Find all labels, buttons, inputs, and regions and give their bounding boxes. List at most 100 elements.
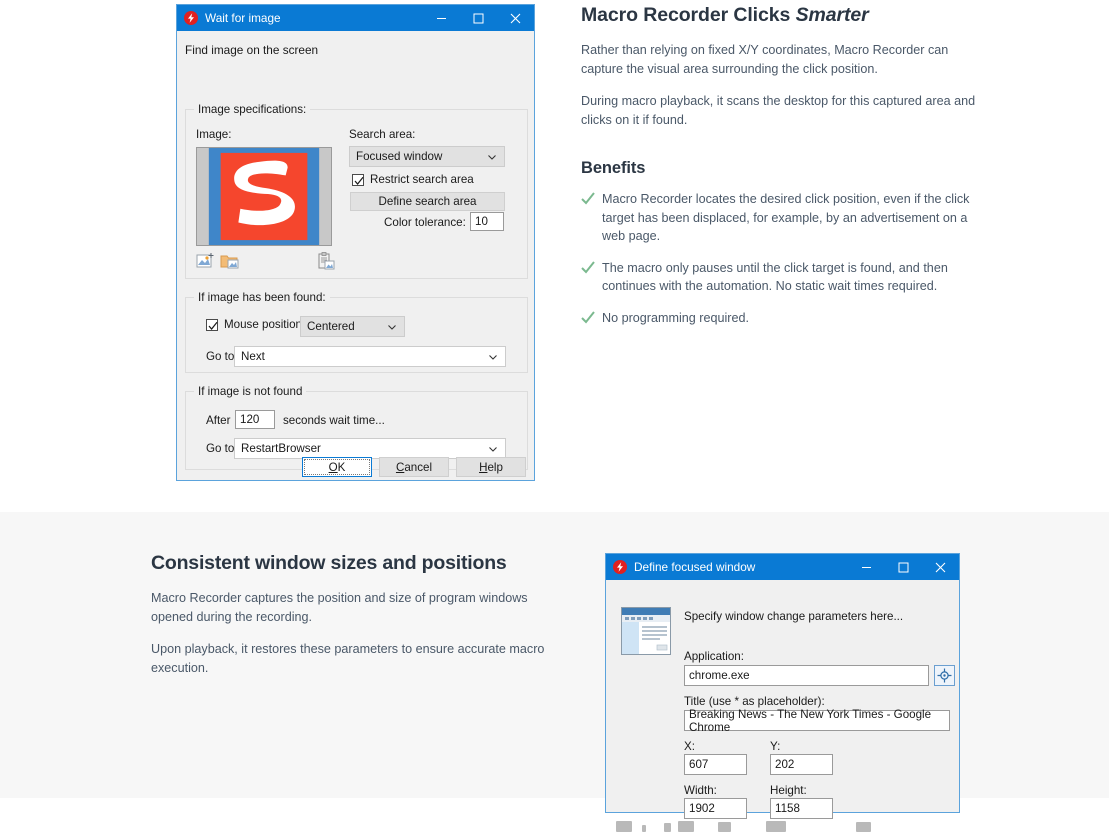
if-image-found-group: If image has been found: Mouse position:… bbox=[185, 291, 528, 373]
benefits-list: Macro Recorder locates the desired click… bbox=[581, 190, 991, 327]
dialog-hint: Specify window change parameters here... bbox=[684, 610, 904, 623]
define-search-area-label: Define search area bbox=[378, 195, 477, 208]
page-title: Macro Recorder Clicks Smarter bbox=[581, 4, 991, 27]
goto-found-label: Go to bbox=[206, 350, 235, 363]
ok-button[interactable]: OK bbox=[302, 457, 372, 477]
captured-image-thumbnail[interactable] bbox=[196, 147, 332, 246]
chevron-down-icon bbox=[486, 151, 498, 163]
browser-window-illustration bbox=[621, 607, 671, 655]
window-controls bbox=[423, 5, 534, 31]
restrict-search-area-checkbox[interactable]: Restrict search area bbox=[352, 173, 474, 186]
mouse-position-select[interactable]: Centered bbox=[300, 316, 405, 337]
window-title: Wait for image bbox=[205, 11, 281, 25]
help-button-label: Help bbox=[479, 461, 503, 474]
list-item: The macro only pauses until the click ta… bbox=[581, 259, 991, 296]
define-focused-window-dialog: Define focused window Specify window cha… bbox=[605, 553, 960, 832]
second-feature-paragraph-2: Upon playback, it restores these paramet… bbox=[151, 642, 545, 675]
hero-paragraph-2: During macro playback, it scans the desk… bbox=[581, 94, 976, 127]
crosshair-target-icon[interactable] bbox=[934, 665, 955, 686]
wait-seconds-value: 120 bbox=[240, 413, 260, 426]
window-title-label: Title (use * as placeholder): bbox=[684, 695, 825, 708]
window-title-value: Breaking News - The New York Times - Goo… bbox=[689, 707, 932, 734]
close-icon[interactable] bbox=[922, 554, 959, 580]
headline-main: Macro Recorder Clicks bbox=[581, 4, 796, 26]
width-label: Width: bbox=[684, 784, 717, 797]
cancel-button-label: Cancel bbox=[396, 461, 432, 474]
goto-found-select[interactable]: Next bbox=[234, 346, 506, 367]
group-legend: If image is not found bbox=[198, 385, 303, 398]
macro-recorder-bolt-icon bbox=[613, 560, 627, 574]
stepper-controls-row[interactable] bbox=[606, 813, 959, 840]
group-legend: Image specifications: bbox=[198, 103, 307, 116]
maximize-icon[interactable] bbox=[885, 554, 922, 580]
x-input[interactable]: 607 bbox=[684, 754, 747, 775]
ok-button-label: OK bbox=[329, 461, 346, 474]
search-area-value: Focused window bbox=[356, 150, 443, 163]
checkbox-box bbox=[352, 173, 364, 186]
wait-seconds-input[interactable]: 120 bbox=[235, 410, 275, 429]
mouse-position-checkbox[interactable]: Mouse position: bbox=[206, 318, 305, 331]
check-icon bbox=[581, 192, 595, 205]
dialog-body: Specify window change parameters here...… bbox=[606, 580, 959, 832]
titlebar[interactable]: Define focused window bbox=[606, 554, 959, 580]
benefit-text: The macro only pauses until the click ta… bbox=[602, 260, 948, 294]
chevron-down-icon bbox=[487, 351, 499, 363]
add-image-icon[interactable] bbox=[196, 252, 216, 270]
search-area-label: Search area: bbox=[349, 128, 416, 141]
benefit-text: No programming required. bbox=[602, 310, 749, 325]
x-label: X: bbox=[684, 740, 695, 753]
help-button[interactable]: Help bbox=[456, 457, 526, 477]
benefits-heading: Benefits bbox=[581, 159, 646, 178]
maximize-icon[interactable] bbox=[460, 5, 497, 31]
goto-found-value: Next bbox=[241, 350, 265, 363]
dialog-body: Find image on the screen Image specifica… bbox=[177, 31, 534, 480]
titlebar[interactable]: Wait for image bbox=[177, 5, 534, 31]
image-specifications-group: Image specifications: Image: Search area… bbox=[185, 103, 528, 279]
close-icon[interactable] bbox=[497, 5, 534, 31]
minimize-icon[interactable] bbox=[848, 554, 885, 580]
headline-italic: Smarter bbox=[795, 4, 869, 26]
search-area-select[interactable]: Focused window bbox=[349, 146, 505, 167]
dialog-hint: Find image on the screen bbox=[185, 43, 319, 57]
image-label: Image: bbox=[196, 128, 232, 141]
color-tolerance-label: Color tolerance: bbox=[384, 216, 466, 229]
cancel-button[interactable]: Cancel bbox=[379, 457, 449, 477]
hero-paragraph-1: Rather than relying on fixed X/Y coordin… bbox=[581, 43, 949, 76]
application-value: chrome.exe bbox=[689, 669, 750, 682]
open-image-folder-icon[interactable] bbox=[220, 252, 240, 270]
window-controls bbox=[848, 554, 959, 580]
mouse-position-value: Centered bbox=[307, 320, 355, 333]
list-item: No programming required. bbox=[581, 309, 991, 328]
seconds-wait-label: seconds wait time... bbox=[283, 414, 385, 427]
y-value: 202 bbox=[775, 758, 795, 771]
mouse-position-label: Mouse position: bbox=[224, 318, 306, 331]
macro-recorder-bolt-icon bbox=[184, 11, 198, 25]
goto-notfound-value: RestartBrowser bbox=[241, 442, 321, 455]
cancel-suffix: ancel bbox=[404, 460, 433, 474]
restrict-search-area-label: Restrict search area bbox=[370, 173, 474, 186]
y-label: Y: bbox=[770, 740, 781, 753]
captured-screen-region-red-s-logo bbox=[197, 148, 331, 245]
hero-copy: Macro Recorder Clicks Smarter Rather tha… bbox=[581, 4, 991, 340]
chevron-down-icon bbox=[386, 321, 398, 333]
application-input[interactable]: chrome.exe bbox=[684, 665, 929, 686]
group-legend: If image has been found: bbox=[198, 291, 326, 304]
paste-from-clipboard-icon[interactable] bbox=[316, 252, 336, 270]
define-search-area-button[interactable]: Define search area bbox=[350, 192, 505, 211]
goto-notfound-label: Go to bbox=[206, 442, 235, 455]
check-icon bbox=[581, 261, 595, 274]
height-label: Height: bbox=[770, 784, 807, 797]
check-icon bbox=[581, 311, 595, 324]
color-tolerance-input[interactable]: 10 bbox=[470, 212, 504, 231]
y-input[interactable]: 202 bbox=[770, 754, 833, 775]
second-feature-heading: Consistent window sizes and positions bbox=[151, 552, 507, 574]
minimize-icon[interactable] bbox=[423, 5, 460, 31]
application-label: Application: bbox=[684, 650, 744, 663]
window-title: Define focused window bbox=[634, 560, 756, 574]
second-feature-paragraph-1: Macro Recorder captures the position and… bbox=[151, 591, 528, 624]
window-title-input[interactable]: Breaking News - The New York Times - Goo… bbox=[684, 707, 950, 734]
ok-suffix: K bbox=[337, 460, 346, 474]
after-label: After bbox=[206, 414, 231, 427]
goto-notfound-select[interactable]: RestartBrowser bbox=[234, 438, 506, 459]
second-feature-copy: Consistent window sizes and positions Ma… bbox=[151, 552, 566, 691]
